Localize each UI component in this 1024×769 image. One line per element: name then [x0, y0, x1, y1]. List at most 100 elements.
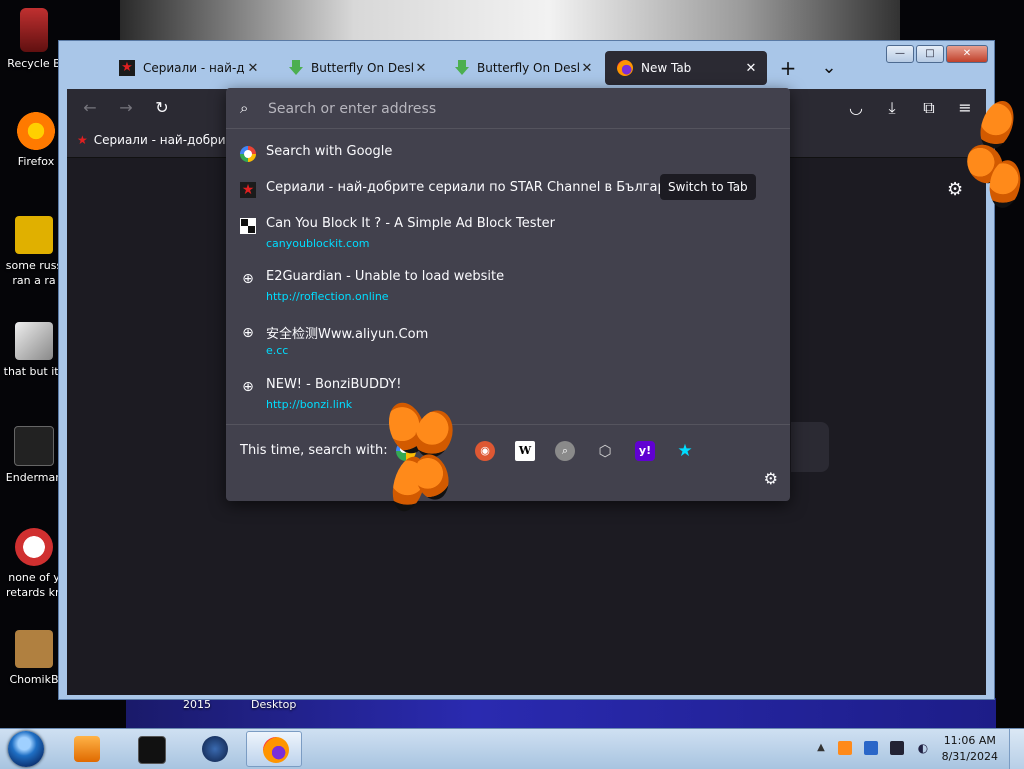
result-history[interactable]: Can You Block It ? - A Simple Ad Block T…	[234, 210, 782, 254]
tab-label: Butterfly On Desktop	[477, 61, 579, 75]
yahoo-icon[interactable]: y!	[635, 441, 655, 461]
result-switch-tab[interactable]: ★ Сериали - най-добрите сериали по STAR …	[234, 174, 782, 202]
bookmark-label: Сериали - най-добри...	[93, 133, 237, 147]
file-icon	[15, 322, 53, 360]
result-title: Can You Block It ? - A Simple Ad Block T…	[266, 216, 555, 231]
result-title: Сериали - най-добрите сериали по STAR Ch…	[266, 180, 682, 195]
tab-butterfly-1[interactable]: Butterfly On Desktop ✕	[277, 51, 437, 85]
one-off-search-row: This time, search with: ◉ W ⌕ ⬡ y! ★ ⚙	[226, 424, 790, 502]
taskbar-globe-app[interactable]	[186, 731, 242, 767]
pocket-icon[interactable]: ◡	[845, 97, 867, 119]
wallpaper-top-strip	[120, 0, 900, 40]
search-icon: ⌕	[240, 99, 249, 117]
desktop-icon-label: Firefox	[17, 155, 55, 168]
taskbar-app-black[interactable]	[122, 731, 178, 767]
wikipedia-icon[interactable]: W	[515, 441, 535, 461]
search-settings-gear-icon[interactable]: ⚙	[764, 469, 778, 488]
tab-label: New Tab	[641, 61, 692, 75]
tab-butterfly-2[interactable]: Butterfly On Desktop ✕	[443, 51, 603, 85]
new-tab-button[interactable]: +	[776, 57, 800, 81]
globe-icon	[202, 736, 228, 762]
close-tab-icon[interactable]: ✕	[579, 61, 595, 76]
download-arrow-icon	[455, 60, 469, 76]
volume-icon[interactable]: ◐	[916, 741, 930, 755]
show-desktop-button[interactable]	[1009, 729, 1024, 769]
result-history[interactable]: ⊕ 安全检测Www.aliyun.Com e.cc	[234, 317, 782, 361]
result-url: canyoublockit.com	[266, 237, 370, 250]
result-search-google[interactable]: Search with Google	[234, 138, 782, 166]
tab-label: Butterfly On Desktop	[311, 61, 413, 75]
desktop-icon-label: some russ ran a ra	[5, 259, 63, 287]
butterfly-tray-icon[interactable]	[838, 741, 852, 755]
duckduckgo-icon[interactable]: ◉	[475, 441, 495, 461]
result-title: E2Guardian - Unable to load website	[266, 269, 505, 284]
bookmark-serials[interactable]: ★ Сериали - най-добри...	[77, 133, 237, 147]
search-engine-icon[interactable]: ⌕	[555, 441, 575, 461]
tab-new-tab[interactable]: New Tab ✕	[605, 51, 767, 85]
tray-expand-icon[interactable]: ▲	[814, 741, 828, 755]
file-icon	[15, 630, 53, 668]
result-history[interactable]: ⊕ E2Guardian - Unable to load website ht…	[234, 263, 782, 307]
close-tab-icon[interactable]: ✕	[413, 61, 429, 76]
action-center-icon[interactable]	[864, 741, 878, 755]
newtab-search-box[interactable]	[791, 422, 829, 472]
download-arrow-icon	[289, 60, 303, 76]
forward-button[interactable]: →	[115, 97, 137, 119]
globe-icon: ⊕	[242, 271, 254, 287]
urlbar-input-row: ⌕	[226, 88, 790, 129]
tab-strip: ★ Сериали - най-добр ✕ Butterfly On Desk…	[67, 49, 986, 87]
result-url: http://roflection.online	[266, 290, 389, 303]
desktop-icon-label: that but its	[3, 365, 65, 378]
media-player-icon	[74, 736, 100, 762]
checker-icon	[240, 218, 256, 234]
desktop-icon-label: none of y retards kn	[6, 571, 62, 599]
star-icon: ★	[240, 182, 256, 198]
desktop-icon-label: Recycle B	[7, 57, 61, 70]
clock-date: 8/31/2024	[941, 750, 998, 763]
application-icon	[138, 736, 166, 764]
taskbar-media-player[interactable]	[58, 731, 114, 767]
close-tab-icon[interactable]: ✕	[743, 61, 759, 76]
downloads-icon[interactable]: ⤓	[881, 97, 903, 119]
extensions-icon[interactable]: ⧉	[918, 97, 940, 119]
butterfly-sprite[interactable]	[960, 96, 1024, 211]
globe-icon: ⊕	[242, 379, 254, 395]
back-button[interactable]: ←	[79, 97, 101, 119]
result-url: e.cc	[266, 344, 289, 357]
desktop-icon-label: ChomikB	[9, 673, 59, 686]
google-icon	[240, 146, 256, 162]
tab-serials[interactable]: ★ Сериали - най-добр ✕	[107, 51, 269, 85]
firefox-icon	[263, 737, 289, 763]
firefox-icon	[17, 112, 55, 150]
reload-button[interactable]: ↻	[151, 97, 173, 119]
tabs-icon[interactable]: ⬡	[595, 441, 615, 461]
recycle-bin-icon	[20, 8, 48, 52]
taskbar-firefox[interactable]	[246, 731, 302, 767]
firefox-icon	[617, 60, 633, 76]
start-button[interactable]	[8, 731, 44, 767]
file-icon	[15, 528, 53, 566]
switch-to-tab-button[interactable]: Switch to Tab	[660, 174, 756, 200]
address-input[interactable]	[266, 98, 770, 120]
urlbar-dropdown: ⌕ Search with Google ★ Сериали - най-доб…	[226, 88, 790, 501]
list-all-tabs-button[interactable]: ⌄	[817, 57, 841, 81]
star-icon: ★	[119, 60, 135, 76]
result-title: NEW! - BonziBUDDY!	[266, 377, 402, 392]
clock-time: 11:06 AM	[943, 734, 996, 747]
one-off-label: This time, search with:	[240, 443, 388, 458]
system-clock[interactable]: 11:06 AM 8/31/2024	[942, 733, 998, 765]
butterfly-sprite[interactable]	[382, 398, 459, 516]
bookmarks-star-icon[interactable]: ★	[675, 441, 695, 461]
network-icon[interactable]	[890, 741, 904, 755]
close-tab-icon[interactable]: ✕	[245, 61, 261, 76]
result-url: http://bonzi.link	[266, 398, 353, 411]
result-history[interactable]: ⊕ NEW! - BonziBUDDY! http://bonzi.link	[234, 371, 782, 415]
globe-icon: ⊕	[242, 325, 254, 341]
tab-label: Сериали - най-добр	[143, 61, 245, 75]
taskbar: ▲ ◐ 11:06 AM 8/31/2024	[0, 728, 1024, 769]
file-icon	[15, 216, 53, 254]
newtab-settings-gear-icon[interactable]: ⚙	[947, 179, 963, 200]
result-title: Search with Google	[266, 144, 393, 159]
result-title: 安全检测Www.aliyun.Com	[266, 327, 429, 342]
file-icon	[14, 426, 54, 466]
